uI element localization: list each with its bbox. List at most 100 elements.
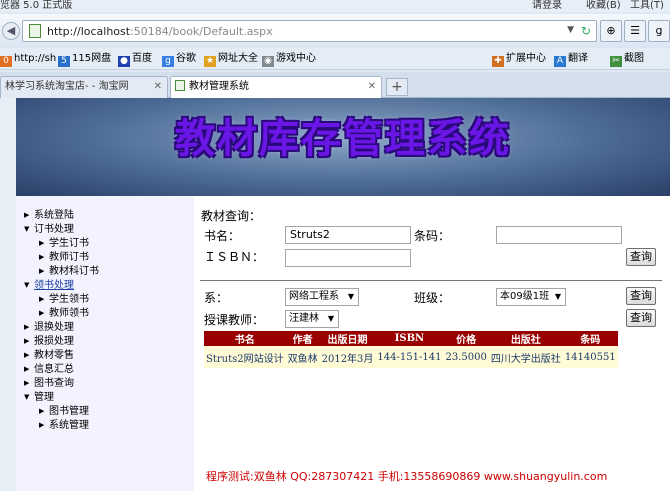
shield-icon: 0	[0, 56, 12, 67]
header-cell: 条码	[562, 331, 618, 346]
window-title: 览器 5.0 正式版	[0, 0, 73, 11]
chevron-right-icon: ▶	[39, 407, 45, 415]
chevron-down-icon: ▼	[347, 292, 354, 301]
bookmark-item[interactable]: 5 115网盘	[58, 53, 111, 67]
teacher-select[interactable]: 汪建林 ▼	[285, 310, 339, 328]
address-dropdown-icon[interactable]: ▼	[567, 25, 574, 35]
book-table: 书名 作者 出版日期 ISBN 价格 出版社 条码 Struts2网站设计 双鱼…	[204, 331, 618, 368]
chevron-down-icon: ▼	[327, 314, 334, 323]
window-edge	[0, 98, 16, 491]
header-cell: ISBN	[375, 331, 444, 346]
barcode-label: 条码：	[414, 229, 451, 243]
table-cell: 双鱼林	[285, 346, 320, 368]
sidebar-item-book-admin[interactable]: ▶ 图书管理	[24, 404, 99, 418]
bookname-input[interactable]: Struts2	[285, 226, 411, 244]
login-link[interactable]: 请登录	[532, 0, 562, 12]
sidebar-item-search[interactable]: ▶ 图书查询	[24, 376, 99, 390]
sidebar-item-order[interactable]: ▼ 订书处理	[24, 222, 99, 236]
gamepad-icon: ◉	[262, 56, 274, 67]
sidebar-item-return[interactable]: ▶ 退换处理	[24, 320, 99, 334]
scissors-icon: ✂	[610, 56, 622, 67]
table-cell: 四川大学出版社	[488, 346, 563, 368]
tab-taobao[interactable]: 林学习系统淘宝店- - 淘宝网 ✕	[0, 76, 168, 98]
tools-menu[interactable]: 工具(T)	[630, 0, 664, 12]
favorites-menu[interactable]: 收藏(B)	[586, 0, 621, 12]
isbn-input[interactable]	[285, 249, 411, 267]
sidebar-item-teacher-order[interactable]: ▶ 教师订书	[24, 250, 99, 264]
page-icon	[175, 80, 185, 91]
bookmark-item[interactable]: ◉ 游戏中心	[262, 53, 316, 67]
chevron-down-icon: ▼	[24, 281, 30, 289]
sidebar-item-receive[interactable]: ▼ 领书处理	[24, 278, 99, 292]
bookmarks-bar: 0 http://sh 5 115网盘 ● 百度 g 谷歌 ★ 网址大全 ◉ 游戏中心 ✚ 扩…	[0, 48, 670, 70]
table-cell: 144-151-141	[375, 346, 444, 368]
header-cell: 价格	[443, 331, 489, 346]
translate-button[interactable]: A 翻译	[554, 53, 588, 67]
chevron-right-icon: ▶	[24, 211, 30, 219]
book-query-button[interactable]: 查询	[626, 248, 656, 266]
extensions-button[interactable]: ✚ 扩展中心	[492, 53, 546, 67]
sidebar-item-retail[interactable]: ▶ 教材零售	[24, 348, 99, 362]
bookmark-item[interactable]: ★ 网址大全	[204, 53, 258, 67]
teacher-query-button[interactable]: 查询	[626, 309, 656, 327]
barcode-input[interactable]	[496, 226, 622, 244]
chevron-right-icon: ▶	[24, 379, 30, 387]
dept-select[interactable]: 网络工程系 ▼	[285, 288, 359, 306]
sidebar-item-admin[interactable]: ▼ 管理	[24, 390, 99, 404]
url-text: http://localhost:50184/book/Default.aspx	[47, 25, 273, 38]
tab-bar: 林学习系统淘宝店- - 淘宝网 ✕ 教材管理系统 ✕ +	[0, 72, 670, 98]
refresh-icon[interactable]: ↻	[581, 24, 591, 38]
class-select[interactable]: 本09级1班 ▼	[496, 288, 566, 306]
isbn-label: ＩＳＢＮ：	[204, 250, 265, 264]
title-bar: 览器 5.0 正式版 请登录 收藏(B) 工具(T)	[0, 0, 670, 12]
chevron-right-icon: ▶	[24, 337, 30, 345]
shield-icon[interactable]: ⊕	[600, 20, 622, 42]
new-tab-button[interactable]: +	[386, 78, 408, 96]
chevron-right-icon: ▶	[39, 253, 45, 261]
query-section-label: 教材查询：	[201, 209, 262, 223]
dept-label: 系：	[204, 291, 229, 305]
bookmark-item[interactable]: ● 百度	[118, 53, 152, 67]
chevron-right-icon: ▶	[39, 309, 45, 317]
bookmark-item[interactable]: g 谷歌	[162, 53, 196, 67]
screenshot-button[interactable]: ✂ 截图	[610, 53, 644, 67]
chevron-down-icon: ▼	[24, 393, 30, 401]
chevron-right-icon: ▶	[24, 351, 30, 359]
tab-textbook-system[interactable]: 教材管理系统 ✕	[170, 76, 382, 98]
teacher-label: 授课教师：	[204, 313, 265, 327]
table-cell: 23.5000	[443, 346, 489, 368]
close-icon[interactable]: ✕	[368, 77, 376, 97]
banner-title: 教材库存管理系统	[175, 116, 511, 162]
table-cell: 14140551	[562, 346, 618, 368]
close-icon[interactable]: ✕	[154, 77, 162, 97]
sidebar-item-office-order[interactable]: ▶ 教材科订书	[24, 264, 99, 278]
sidebar-item-system-admin[interactable]: ▶ 系统管理	[24, 418, 99, 432]
sidebar-item-student-receive[interactable]: ▶ 学生领书	[24, 292, 99, 306]
tab-label: 教材管理系统	[189, 81, 249, 92]
sidebar: ▶ 系统登陆 ▼ 订书处理 ▶ 学生订书 ▶ 教师订书 ▶ 教材科订书 ▼ 领书处理 ▶ 学生…	[16, 196, 194, 491]
divider	[200, 280, 662, 281]
table-cell: 2012年3月	[319, 346, 376, 368]
sidebar-item-summary[interactable]: ▶ 信息汇总	[24, 362, 99, 376]
menu-icon[interactable]: ☰	[624, 20, 646, 42]
table-header-row: 书名 作者 出版日期 ISBN 价格 出版社 条码	[204, 331, 618, 346]
browser-chrome: 览器 5.0 正式版 请登录 收藏(B) 工具(T) ◀ http://loca…	[0, 0, 670, 98]
bookmark-item[interactable]: 0 http://sh	[0, 53, 56, 67]
address-bar[interactable]: http://localhost:50184/book/Default.aspx…	[22, 20, 597, 42]
sidebar-item-teacher-receive[interactable]: ▶ 教师领书	[24, 306, 99, 320]
class-query-button[interactable]: 查询	[626, 287, 656, 305]
cloud-icon: 5	[58, 56, 70, 67]
paw-icon: ●	[118, 56, 130, 67]
sidebar-item-login[interactable]: ▶ 系统登陆	[24, 208, 99, 222]
back-icon[interactable]: ◀	[2, 22, 20, 40]
sidebar-item-student-order[interactable]: ▶ 学生订书	[24, 236, 99, 250]
nav-tree: ▶ 系统登陆 ▼ 订书处理 ▶ 学生订书 ▶ 教师订书 ▶ 教材科订书 ▼ 领书处理 ▶ 学生…	[24, 208, 99, 432]
translate-icon: A	[554, 56, 566, 67]
google-search-icon[interactable]: g	[648, 20, 670, 42]
table-cell: Struts2网站设计	[204, 346, 286, 368]
table-row[interactable]: Struts2网站设计 双鱼林 2012年3月 144-151-141 23.5…	[204, 346, 618, 368]
chevron-right-icon: ▶	[39, 267, 45, 275]
chevron-right-icon: ▶	[39, 295, 45, 303]
chevron-right-icon: ▶	[39, 239, 45, 247]
sidebar-item-damage[interactable]: ▶ 报损处理	[24, 334, 99, 348]
